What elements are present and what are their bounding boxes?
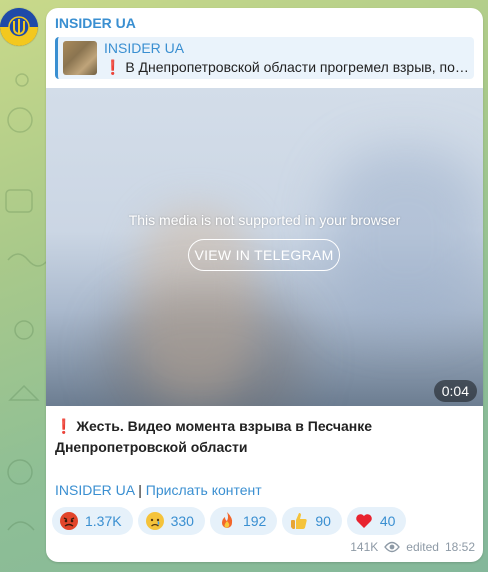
reaction-count: 192: [242, 513, 267, 529]
message-bubble: INSIDER UA INSIDER UA ❗ В Днепропетровск…: [46, 8, 483, 562]
reaction-count: 330: [170, 513, 194, 529]
caption-links: INSIDER UA | Прислать контент: [55, 482, 262, 498]
reaction-count: 1.37K: [85, 513, 122, 529]
angry-face-icon: [60, 512, 78, 530]
media-blur-shape: [106, 288, 306, 406]
link-separator: |: [134, 482, 146, 498]
views-count: 141K: [350, 540, 379, 554]
reaction-angry[interactable]: 1.37K: [52, 507, 133, 535]
red-heart-icon: [356, 514, 372, 528]
message-footer: 141K edited 18:52: [350, 540, 475, 554]
reply-thumbnail: [63, 41, 97, 75]
ukraine-trident-icon: [0, 8, 38, 46]
eye-icon: [384, 541, 401, 553]
reaction-heart[interactable]: 40: [346, 507, 407, 535]
reactions-bar: 1.37K 330 192 90 40: [52, 507, 407, 535]
reaction-count: 40: [379, 513, 396, 529]
channel-link[interactable]: INSIDER UA: [55, 482, 134, 498]
thumbs-up-icon: [291, 513, 307, 529]
video-duration: 0:04: [433, 380, 477, 402]
reaction-count: 90: [315, 513, 331, 529]
reply-title: INSIDER UA: [104, 40, 185, 56]
send-content-link[interactable]: Прислать контент: [146, 482, 262, 498]
reaction-crying[interactable]: 330: [137, 507, 205, 535]
edited-label: edited: [406, 540, 439, 554]
message-time: 18:52: [444, 540, 475, 554]
unsupported-media-text: This media is not supported in your brow…: [128, 212, 401, 228]
message-caption: ❗ Жесть. Видео момента взрыва в Песчанке…: [55, 418, 373, 455]
view-in-telegram-button[interactable]: VIEW IN TELEGRAM: [188, 239, 340, 271]
video-media[interactable]: This media is not supported in your brow…: [46, 88, 483, 406]
reply-preview[interactable]: INSIDER UA ❗ В Днепропетровской области …: [55, 37, 474, 79]
channel-avatar[interactable]: [0, 8, 38, 46]
fire-icon: [221, 512, 233, 528]
reaction-thumbs-up[interactable]: 90: [282, 507, 342, 535]
media-blur-shape: [326, 148, 483, 328]
reply-text: ❗ В Днепропетровской области прогремел в…: [104, 59, 469, 75]
crying-face-icon: [145, 512, 164, 530]
reaction-fire[interactable]: 192: [209, 507, 278, 535]
channel-name[interactable]: INSIDER UA: [55, 15, 136, 31]
